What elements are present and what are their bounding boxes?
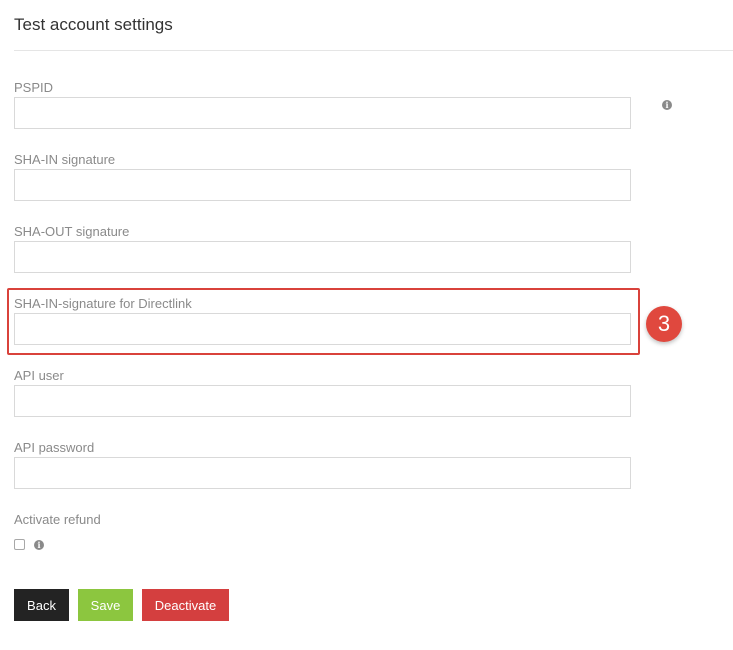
page-title: Test account settings <box>14 15 173 34</box>
activate-refund-label: Activate refund <box>14 512 101 527</box>
save-button[interactable]: Save <box>78 589 133 621</box>
info-icon[interactable]: i <box>662 100 672 110</box>
info-icon[interactable]: i <box>34 540 44 550</box>
sha-out-input[interactable] <box>14 241 631 273</box>
sha-in-directlink-label: SHA-IN-signature for Directlink <box>14 296 192 311</box>
sha-in-label: SHA-IN signature <box>14 152 116 167</box>
pspid-input[interactable] <box>14 97 631 129</box>
title-divider <box>14 50 733 51</box>
sha-in-directlink-input[interactable] <box>14 313 631 345</box>
sha-out-label: SHA-OUT signature <box>14 224 130 239</box>
pspid-label: PSPID <box>14 80 54 95</box>
api-password-label: API password <box>14 440 95 455</box>
back-button[interactable]: Back <box>14 589 69 621</box>
activate-refund-checkbox[interactable] <box>14 539 25 550</box>
sha-in-input[interactable] <box>14 169 631 201</box>
api-user-label: API user <box>14 368 64 383</box>
api-password-input[interactable] <box>14 457 631 489</box>
api-user-input[interactable] <box>14 385 631 417</box>
deactivate-button[interactable]: Deactivate <box>142 589 229 621</box>
step-number-badge: 3 <box>646 306 682 342</box>
